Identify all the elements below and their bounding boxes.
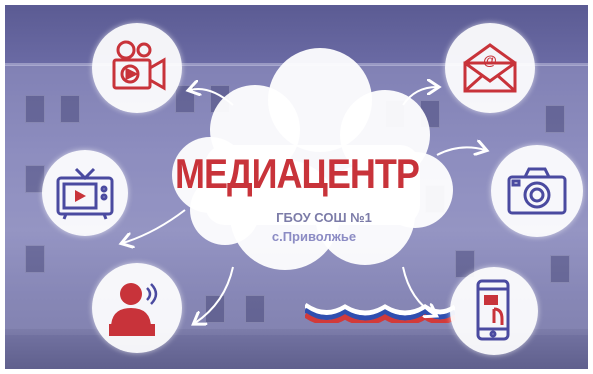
smartphone-icon bbox=[476, 279, 510, 341]
person-speaking-icon bbox=[109, 283, 158, 336]
tv-circle bbox=[42, 150, 128, 236]
banner-title: МЕДИАЦЕНТР bbox=[175, 149, 420, 197]
tv-icon bbox=[56, 167, 114, 220]
photo-camera-circle bbox=[491, 145, 583, 237]
photo-camera-icon bbox=[507, 167, 567, 215]
email-circle: @ bbox=[445, 23, 535, 113]
email-icon: @ bbox=[463, 43, 517, 93]
svg-text:@: @ bbox=[483, 52, 497, 68]
speaker-circle bbox=[92, 263, 182, 353]
village-name: с.Приволжье bbox=[271, 229, 357, 244]
media-center-banner: МЕДИАЦЕНТР ГБОУ СОШ №1 с.Приволжье @ bbox=[5, 5, 588, 369]
smartphone-circle bbox=[450, 267, 538, 355]
video-camera-circle bbox=[92, 23, 182, 113]
video-camera-icon bbox=[112, 40, 166, 91]
school-name: ГБОУ СОШ №1 bbox=[276, 210, 372, 225]
